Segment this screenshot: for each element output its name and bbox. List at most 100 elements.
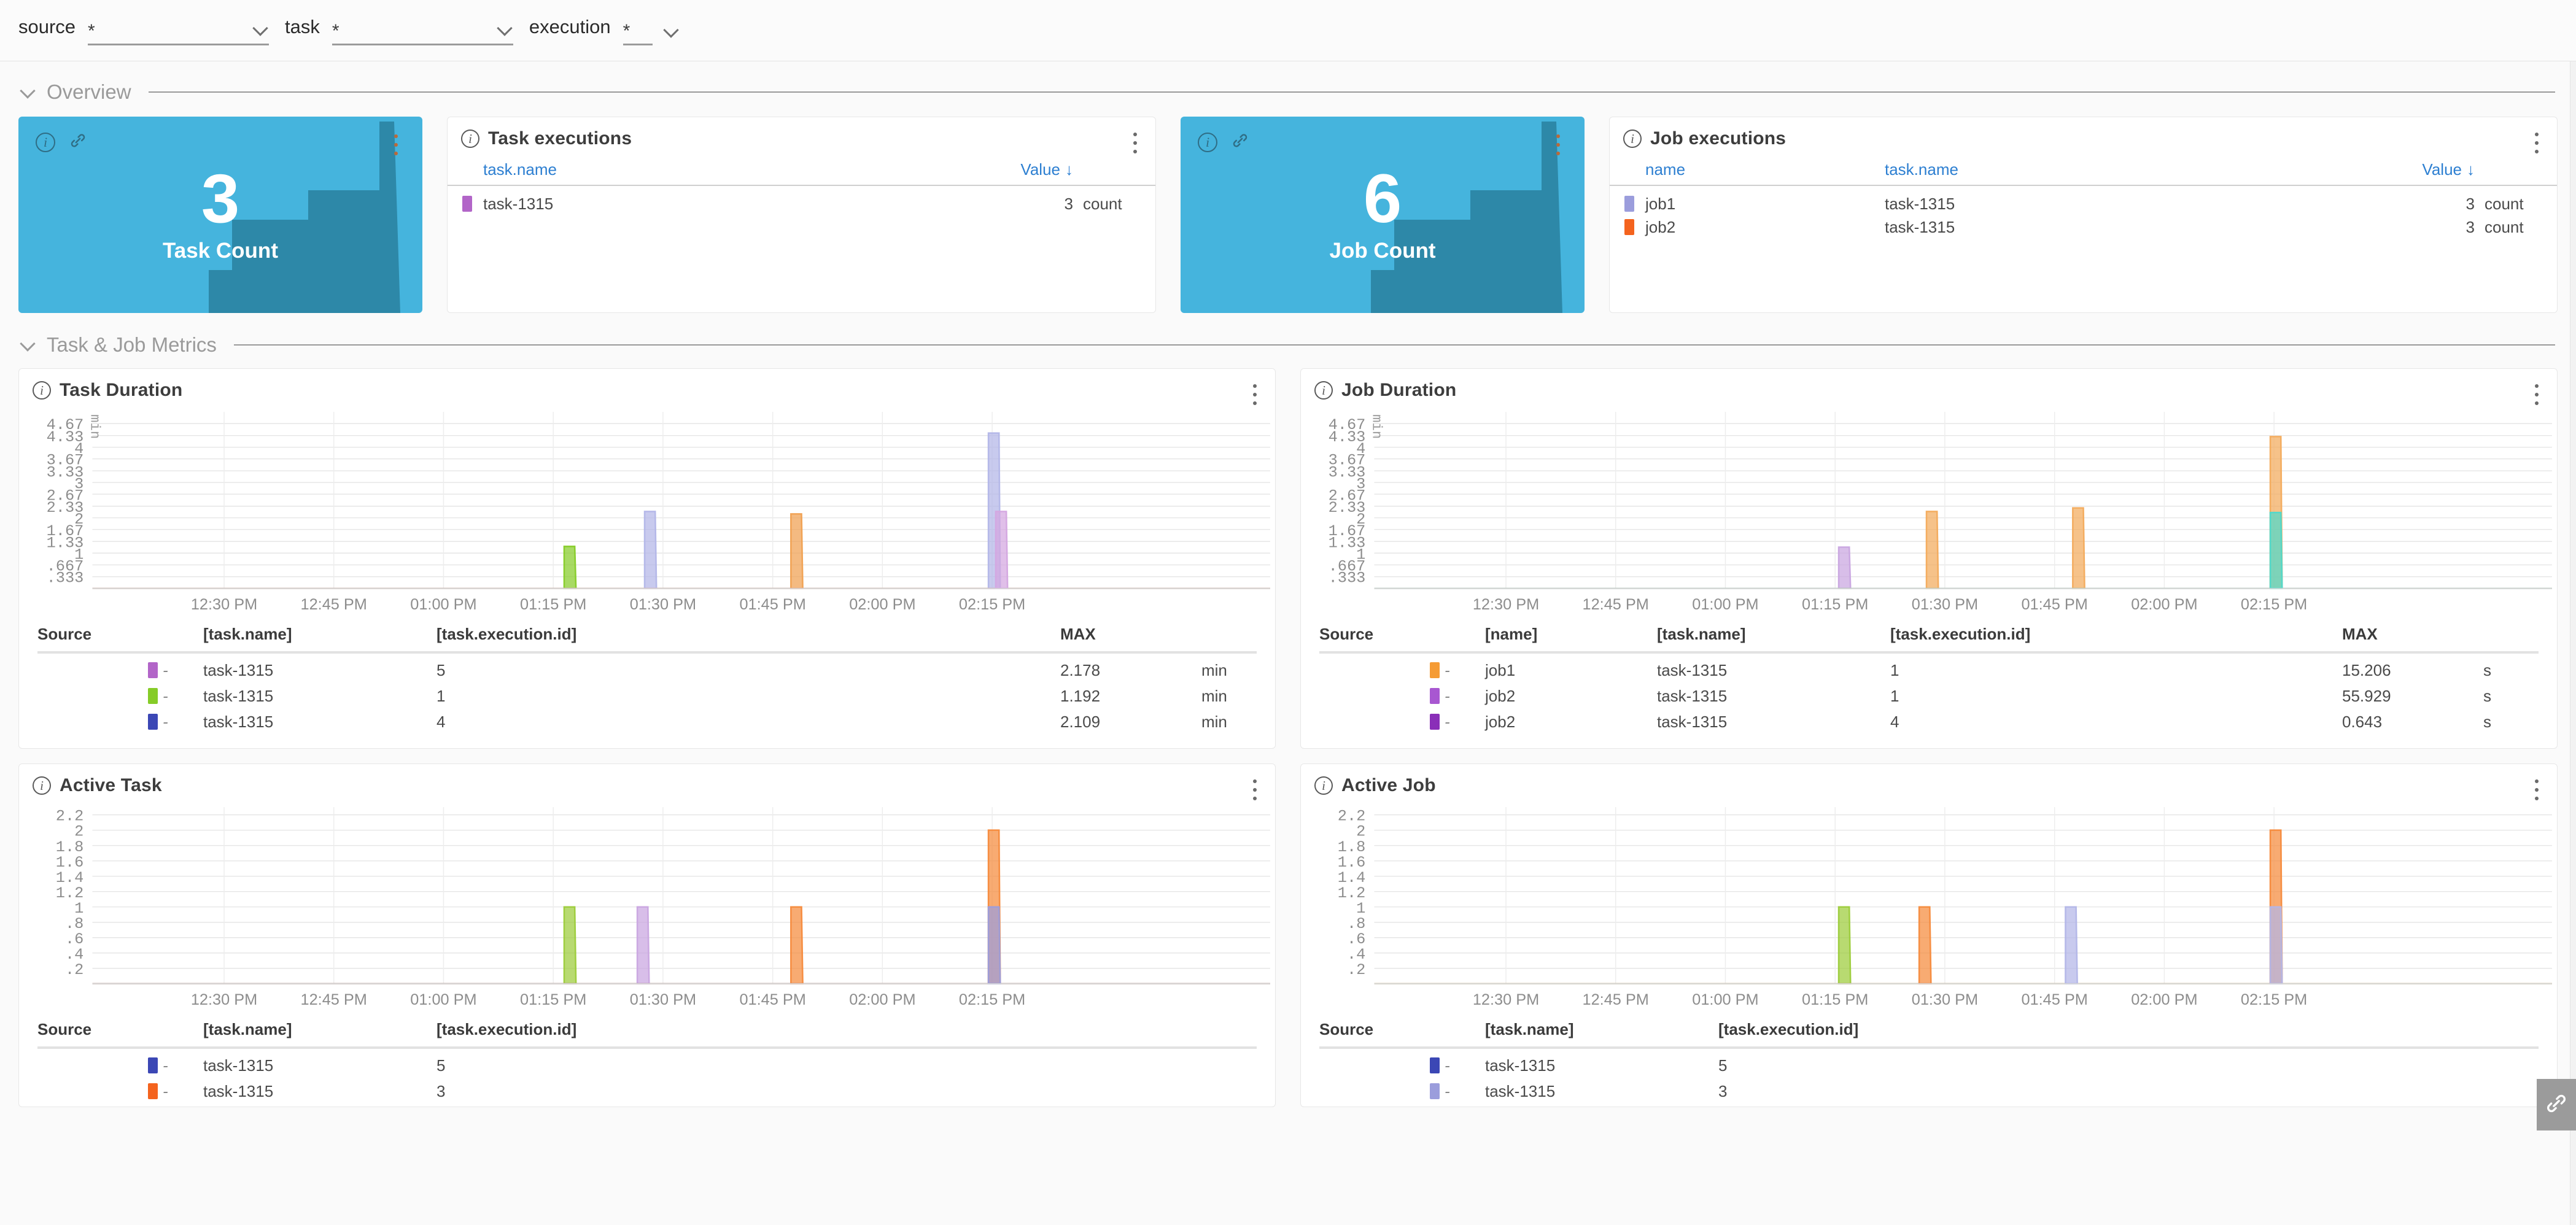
filter-execution[interactable]: execution * — [529, 16, 680, 45]
cell-name: job2 — [1645, 217, 1676, 236]
table-row[interactable]: - job2 task-1315 1 55.929 s — [1319, 683, 2539, 709]
column-execution-id: [task.execution.id] — [436, 624, 577, 643]
column-task-name[interactable]: task.name — [483, 160, 975, 179]
kebab-menu-icon[interactable] — [1550, 131, 1566, 158]
table-divider — [1319, 1046, 2539, 1049]
kpi-job-count-value: 6 — [1363, 160, 1402, 237]
series-color-swatch — [1430, 1083, 1440, 1100]
cell-task-name: task-1315 — [1885, 217, 1955, 236]
svg-text:1: 1 — [1356, 900, 1365, 918]
cell-task-name: task-1315 — [1485, 1081, 1556, 1100]
table-row[interactable]: - task-1315 1 — [1319, 1104, 2539, 1107]
table-header: Source [name] [task.name] [task.executio… — [1319, 617, 2539, 651]
filter-task[interactable]: task * — [285, 16, 513, 45]
table-row[interactable]: job1 task-1315 3 count — [1610, 192, 2557, 215]
table-row[interactable]: job2 task-1315 3 count — [1610, 215, 2557, 239]
kebab-menu-icon[interactable] — [2529, 381, 2545, 408]
section-header-metrics[interactable]: Task & Job Metrics — [0, 328, 2576, 362]
kebab-menu-icon[interactable] — [2529, 776, 2545, 803]
section-divider — [233, 344, 2555, 346]
cell-source: - — [37, 1082, 203, 1101]
table-row[interactable]: - task-1315 5 — [1319, 1053, 2539, 1078]
cell-value: 3 — [2465, 194, 2475, 213]
filter-task-control[interactable]: * — [332, 21, 513, 45]
filter-source-control[interactable]: * — [88, 21, 270, 45]
table-row[interactable]: task-1315 3 count — [448, 192, 1155, 215]
info-icon[interactable]: i — [33, 776, 51, 795]
column-name: [name] — [1485, 624, 1538, 643]
info-icon[interactable]: i — [1198, 132, 1217, 152]
cell-value: 3 — [2465, 217, 2475, 236]
cell-task-name: task-1315 — [1657, 660, 1728, 679]
series-color-swatch — [1624, 196, 1634, 212]
kpi-job-count[interactable]: i 6 Job Count — [1181, 117, 1585, 313]
table-row[interactable]: - task-1315 3 — [1319, 1078, 2539, 1104]
chevron-down-icon[interactable] — [664, 23, 680, 39]
kebab-menu-icon[interactable] — [1247, 381, 1263, 408]
column-task-name: [task.name] — [1485, 1019, 1574, 1038]
cell-max: 0.643 — [2342, 712, 2383, 731]
chart-job-duration[interactable]: .333.667 1 1.33 1.67 2 2.33 2.67 3 3.33 3.67 4 4.33… — [1301, 406, 2557, 617]
series-color-swatch — [148, 688, 158, 705]
chart-active-task[interactable]: .2.4.6.8 1 1.2 1.4 1.6 1.8 2 2.2 12:30 PM 12:45 P… — [19, 801, 1275, 1012]
cell-unit: min — [1201, 712, 1227, 731]
info-icon[interactable]: i — [461, 129, 479, 148]
link-fab-button[interactable] — [2537, 1079, 2576, 1130]
info-icon[interactable]: i — [33, 381, 51, 400]
link-icon[interactable] — [69, 131, 87, 153]
kebab-menu-icon[interactable] — [1127, 129, 1143, 157]
svg-text:01:45 PM: 01:45 PM — [2021, 991, 2087, 1008]
table-row[interactable]: - job2 task-1315 4 0.643 s — [1319, 709, 2539, 735]
section-title-metrics: Task & Job Metrics — [47, 333, 217, 356]
table-row[interactable]: - task-1315 5 2.178 min — [37, 657, 1257, 683]
kebab-menu-icon[interactable] — [1247, 776, 1263, 803]
filter-execution-control[interactable]: * — [623, 21, 653, 45]
chevron-down-icon[interactable] — [497, 21, 513, 37]
chevron-down-icon[interactable] — [21, 85, 36, 99]
svg-text:01:30 PM: 01:30 PM — [630, 596, 696, 613]
table-header: name task.name Value ↓ — [1610, 154, 2557, 186]
info-icon[interactable]: i — [1314, 381, 1333, 400]
table-active-task: Source [task.name] [task.execution.id] -… — [19, 1012, 1275, 1107]
column-max: MAX — [1060, 624, 1096, 643]
chart-canvas: .333.66711.331.6722.332.6733.333.6744.33… — [1329, 412, 2552, 613]
column-task-name: [task.name] — [203, 1019, 292, 1038]
table-row[interactable]: - task-1315 4 2.109 min — [37, 709, 1257, 735]
kebab-menu-icon[interactable] — [388, 131, 404, 158]
svg-text:01:45 PM: 01:45 PM — [2021, 596, 2087, 613]
table-task-duration: Source [task.name] [task.execution.id] M… — [19, 617, 1275, 735]
chart-canvas: .2.4.6.811.21.41.61.822.2 12:30 PM 12:45 P… — [56, 807, 1270, 1008]
chevron-down-icon[interactable] — [253, 21, 269, 37]
table-row[interactable]: - task-1315 3 — [37, 1078, 1257, 1104]
column-task-name[interactable]: task.name — [1885, 160, 2376, 179]
info-icon[interactable]: i — [1623, 129, 1642, 148]
table-row[interactable]: - job1 task-1315 1 15.206 s — [1319, 657, 2539, 683]
kebab-menu-icon[interactable] — [2529, 129, 2545, 157]
column-value[interactable]: Value ↓ — [975, 160, 1073, 179]
svg-text:01:15 PM: 01:15 PM — [520, 991, 586, 1008]
panel-job-executions-head: i Job executions — [1610, 117, 2557, 154]
cell-source: - — [1319, 661, 1485, 680]
svg-text:2: 2 — [74, 823, 83, 841]
chevron-down-icon[interactable] — [21, 338, 36, 352]
kpi-task-count[interactable]: i 3 Task Count — [18, 117, 422, 313]
column-value[interactable]: Value ↓ — [2376, 160, 2475, 179]
table-row[interactable]: - task-1315 5 — [37, 1053, 1257, 1078]
cell-execution-id: 3 — [436, 1081, 446, 1100]
scrollbar-track[interactable] — [2570, 61, 2576, 1225]
link-icon[interactable] — [1231, 131, 1249, 153]
table-row[interactable]: - task-1315 1 — [37, 1104, 1257, 1107]
cell-execution-id: 5 — [1718, 1056, 1728, 1075]
filter-source[interactable]: source * — [18, 16, 270, 45]
info-icon[interactable]: i — [36, 132, 55, 152]
svg-text:.8: .8 — [65, 915, 83, 933]
section-header-overview[interactable]: Overview — [0, 75, 2576, 109]
table-row[interactable]: - task-1315 1 1.192 min — [37, 683, 1257, 709]
info-icon[interactable]: i — [1314, 776, 1333, 795]
panel-active-job-head: i Active Job — [1301, 764, 2557, 801]
chart-task-duration[interactable]: .333.667 1 1.33 1.67 2 2.33 2.67 3 3.33 3.67 4 4.33… — [19, 406, 1275, 617]
column-name[interactable]: name — [1645, 160, 1885, 179]
panel-job-duration-head: i Job Duration — [1301, 369, 2557, 406]
table-header: Source [task.name] [task.execution.id] — [37, 1012, 1257, 1046]
chart-active-job[interactable]: .2.4.6.8 1 1.2 1.4 1.6 1.8 2 2.2 12:30 PM 12:45 P… — [1301, 801, 2557, 1012]
